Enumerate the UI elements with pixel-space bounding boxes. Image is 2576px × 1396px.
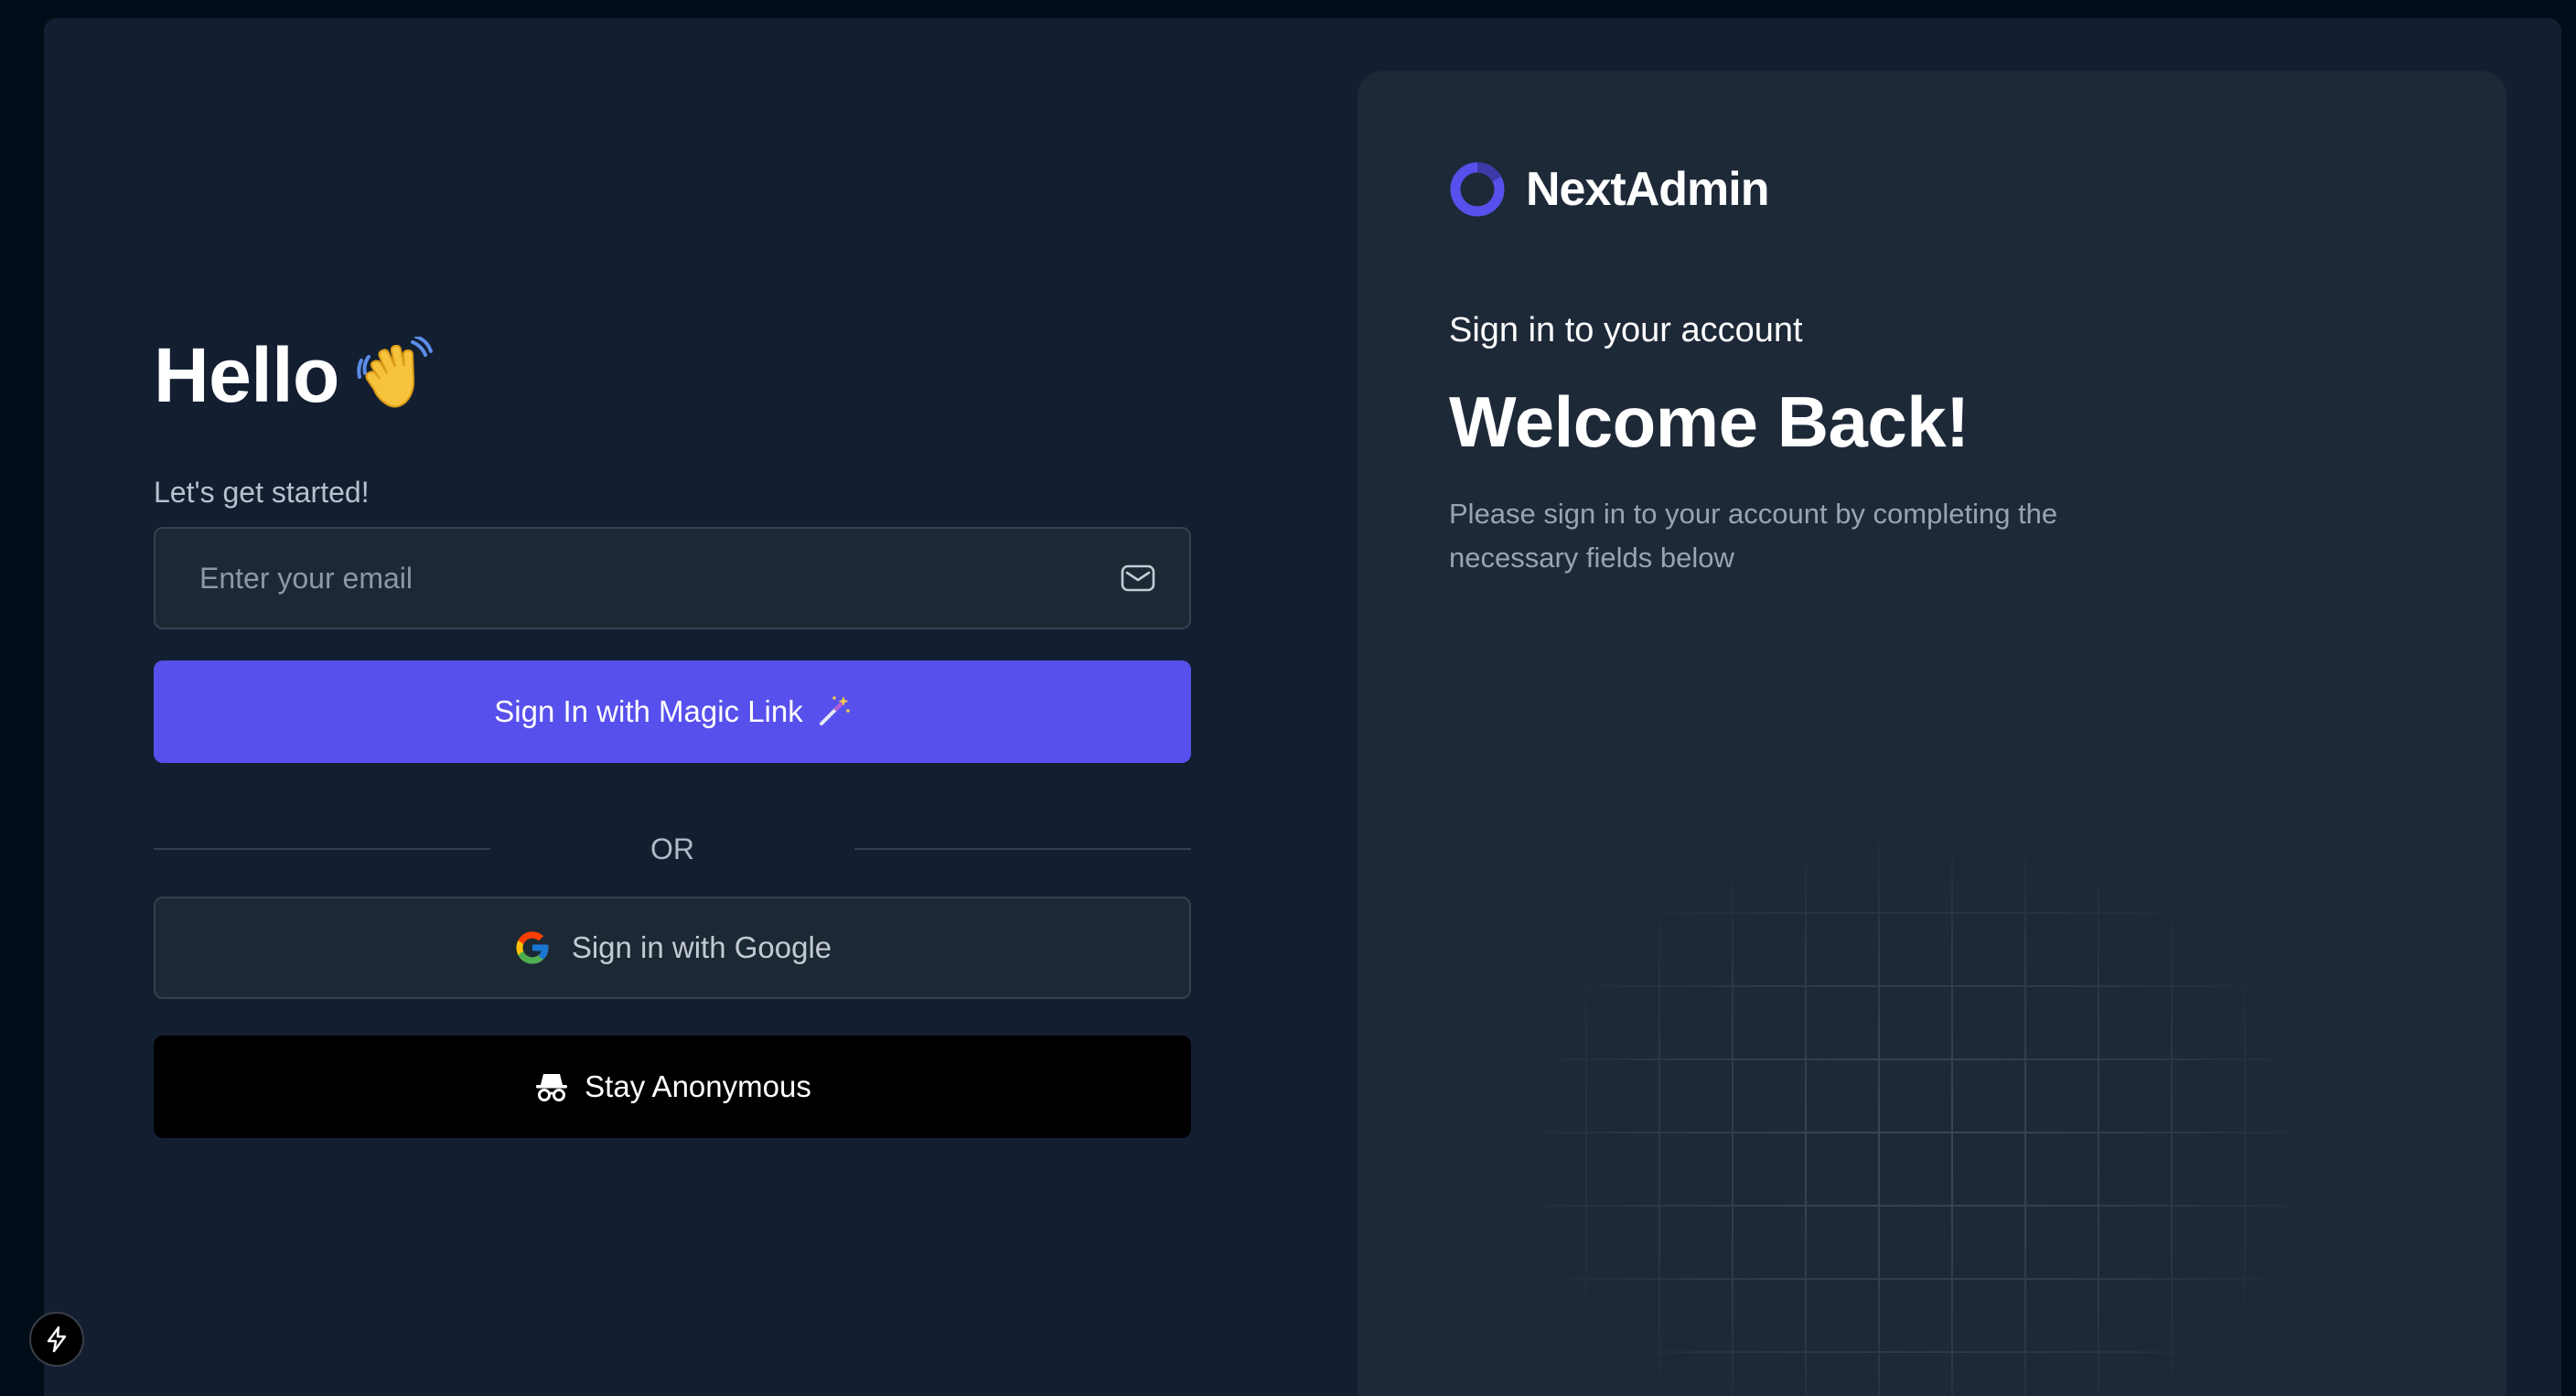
greeting-text: Hello <box>154 332 339 418</box>
magic-link-button-label: Sign In with Magic Link <box>494 694 803 728</box>
google-icon <box>513 929 552 967</box>
google-sign-in-label: Sign in with Google <box>571 930 832 964</box>
google-sign-in-button[interactable]: Sign in with Google <box>154 897 1191 999</box>
greeting-subtitle: Let's get started! <box>154 476 370 509</box>
email-input[interactable] <box>198 560 1120 596</box>
welcome-panel: NextAdmin Sign in to your account Welcom… <box>1358 71 2506 1396</box>
email-field[interactable] <box>154 527 1191 629</box>
dev-tools-badge[interactable] <box>29 1312 84 1367</box>
decorative-grid <box>1540 821 2291 1396</box>
brand-logo: NextAdmin <box>1449 161 1769 218</box>
incognito-icon <box>533 1068 570 1105</box>
panel-description: Please sign in to your account by comple… <box>1449 498 2058 574</box>
panel-kicker: Sign in to your account <box>1449 311 1803 349</box>
app-frame: Hello Let's get started! Sign In with Ma… <box>44 18 2561 1396</box>
mail-icon <box>1120 560 1156 596</box>
greeting-heading: Hello <box>154 332 433 418</box>
stay-anonymous-label: Stay Anonymous <box>585 1069 811 1103</box>
brand-ring-icon <box>1449 161 1506 218</box>
lightning-bolt-icon <box>43 1326 70 1353</box>
waving-hand-icon <box>356 335 433 413</box>
or-divider: OR <box>154 831 1191 867</box>
stay-anonymous-button[interactable]: Stay Anonymous <box>154 1036 1191 1138</box>
divider-line-right <box>854 848 1191 850</box>
magic-wand-icon <box>816 694 851 729</box>
panel-title: Welcome Back! <box>1449 381 1970 462</box>
magic-link-button[interactable]: Sign In with Magic Link <box>154 660 1191 763</box>
brand-name: NextAdmin <box>1526 163 1769 216</box>
